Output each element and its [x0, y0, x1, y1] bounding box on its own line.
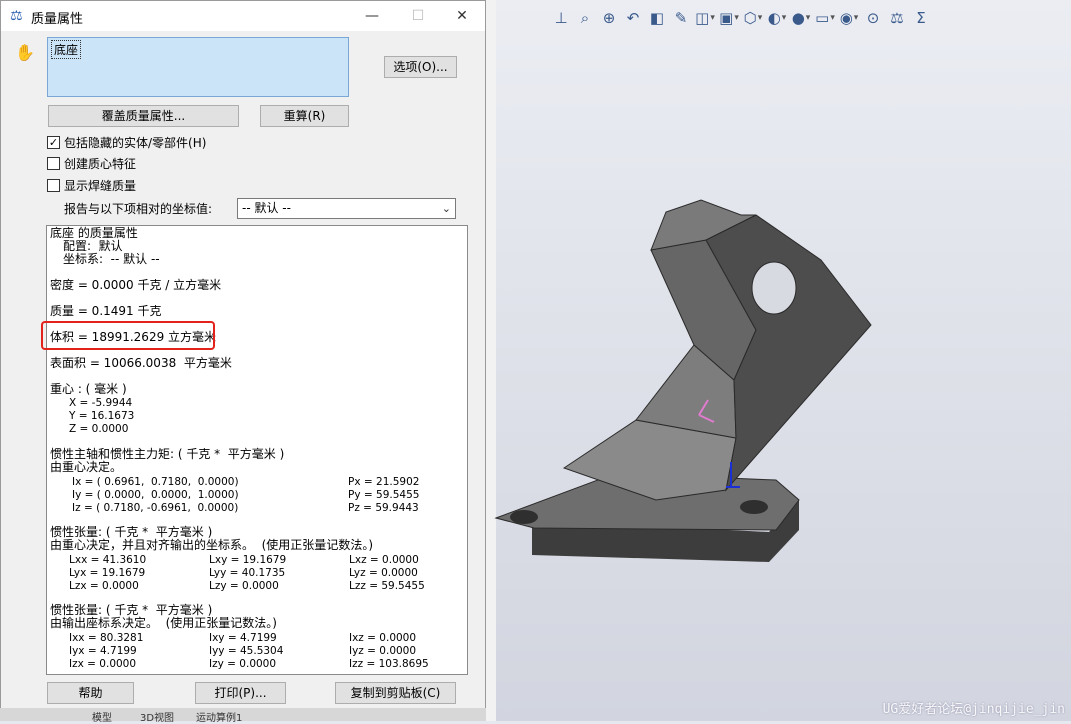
report-lzz: Lzz = 59.5455 — [349, 580, 425, 592]
bottom-tab-strip: 模型 3D视图 运动算例1 — [0, 708, 486, 724]
help-button[interactable]: 帮助 — [47, 682, 134, 704]
dialog-title: 质量属性 — [31, 12, 84, 27]
report-scrollbar[interactable] — [468, 225, 480, 675]
report-pz: Pz = 59.9443 — [348, 502, 419, 514]
coord-system-select[interactable]: -- 默认 -- ⌄ — [237, 198, 456, 219]
override-mass-button[interactable]: 覆盖质量属性... — [48, 105, 239, 127]
report-lyz: Lyz = 0.0000 — [349, 567, 418, 579]
maximize-icon: ☐ — [411, 8, 425, 24]
mass-report-text[interactable]: 底座 的质量属性 配置: 默认 坐标系: -- 默认 -- 密度 = 0.000… — [46, 225, 468, 675]
part-model-3d[interactable] — [486, 0, 1071, 721]
copy-to-clipboard-button[interactable]: 复制到剪贴板(C) — [335, 682, 456, 704]
report-ixz: Ixz = 0.0000 — [349, 632, 417, 644]
report-izx: Izx = 0.0000 — [69, 658, 137, 670]
report-lxz: Lxz = 0.0000 — [349, 554, 419, 566]
include-hidden-row[interactable]: ✓ 包括隐藏的实体/零部件(H) — [47, 133, 206, 151]
report-tensor1-sub: 由重心决定，并且对齐输出的坐标系。 (使用正张量记数法。) — [50, 538, 373, 552]
report-iyy: Iyy = 45.5304 — [209, 645, 284, 657]
coord-system-value: -- 默认 -- — [242, 201, 291, 215]
base-hole-right — [740, 500, 768, 514]
weld-mass-label: 显示焊缝质量 — [64, 178, 137, 193]
options-button[interactable]: 选项(O)... — [384, 56, 457, 78]
report-principal-sub: 由重心决定。 — [50, 460, 123, 474]
report-iyx: Iyx = 4.7199 — [69, 645, 137, 657]
report-py: Py = 59.5455 — [348, 489, 420, 501]
tab-3d-views[interactable]: 3D视图 — [140, 709, 174, 724]
report-cog-z: Z = 0.0000 — [69, 423, 129, 435]
create-com-checkbox[interactable] — [47, 156, 60, 170]
report-cog-y: Y = 16.1673 — [69, 410, 135, 422]
report-cog-title: 重心 : ( 毫米 ) — [50, 382, 127, 396]
report-lxx: Lxx = 41.3610 — [69, 554, 147, 566]
weld-mass-checkbox[interactable] — [47, 178, 60, 192]
report-px: Px = 21.5902 — [348, 476, 420, 488]
report-tensor2-sub: 由输出座标系决定。 (使用正张量记数法。) — [50, 616, 277, 630]
minimize-icon[interactable]: — — [357, 5, 387, 27]
report-lyx: Lyx = 19.1679 — [69, 567, 146, 579]
report-lxy: Lxy = 19.1679 — [209, 554, 287, 566]
report-lzy: Lzy = 0.0000 — [209, 580, 279, 592]
report-lyy: Lyy = 40.1735 — [209, 567, 286, 579]
selected-item[interactable]: 底座 — [51, 40, 82, 59]
report-cog-x: X = -5.9944 — [69, 397, 133, 409]
include-hidden-label: 包括隐藏的实体/零部件(H) — [64, 135, 207, 150]
report-ix: Ix = ( 0.6961, 0.7180, 0.0000) — [72, 476, 239, 488]
report-izy: Izy = 0.0000 — [209, 658, 277, 670]
report-mass: 质量 = 0.1491 千克 — [50, 304, 162, 318]
close-icon[interactable]: ✕ — [447, 5, 477, 27]
tab-model[interactable]: 模型 — [92, 709, 112, 724]
report-surface: 表面积 = 10066.0038 平方毫米 — [50, 356, 232, 370]
create-com-label: 创建质心特征 — [64, 156, 137, 171]
report-izz: Izz = 103.8695 — [349, 658, 429, 670]
lug-hole — [751, 261, 797, 315]
weld-mass-row[interactable]: 显示焊缝质量 — [47, 176, 136, 194]
include-hidden-checkbox[interactable]: ✓ — [47, 135, 60, 149]
print-button[interactable]: 打印(P)... — [195, 682, 286, 704]
base-hole-left — [510, 510, 538, 524]
coord-system-label: 报告与以下项相对的坐标值: — [64, 202, 213, 216]
report-iy: Iy = ( 0.0000, 0.0000, 1.0000) — [72, 489, 239, 501]
report-iyz: Iyz = 0.0000 — [349, 645, 417, 657]
volume-highlight-box — [41, 321, 215, 350]
selection-icon: ✋ — [15, 43, 35, 62]
report-iz: Iz = ( 0.7180, -0.6961, 0.0000) — [72, 502, 239, 514]
create-com-row[interactable]: 创建质心特征 — [47, 154, 136, 172]
report-lzx: Lzx = 0.0000 — [69, 580, 139, 592]
report-density: 密度 = 0.0000 千克 / 立方毫米 — [50, 278, 222, 292]
selection-list[interactable]: 底座 — [47, 37, 349, 97]
mass-properties-dialog: ⚖ 质量属性 — ☐ ✕ ✋ 底座 选项(O)... 覆盖质量属性... 重算(… — [0, 0, 486, 718]
chevron-down-icon: ⌄ — [441, 202, 451, 215]
report-coord-sys: 坐标系: -- 默认 -- — [63, 252, 160, 266]
mass-properties-icon: ⚖ — [10, 8, 23, 24]
watermark: UG爱好者论坛@jinqijie_jin — [882, 702, 1065, 717]
report-ixx: Ixx = 80.3281 — [69, 632, 144, 644]
report-ixy: Ixy = 4.7199 — [209, 632, 277, 644]
tab-motion-study[interactable]: 运动算例1 — [196, 709, 242, 724]
recalculate-button[interactable]: 重算(R) — [260, 105, 349, 127]
title-bar: ⚖ 质量属性 — ☐ ✕ — [1, 1, 485, 31]
